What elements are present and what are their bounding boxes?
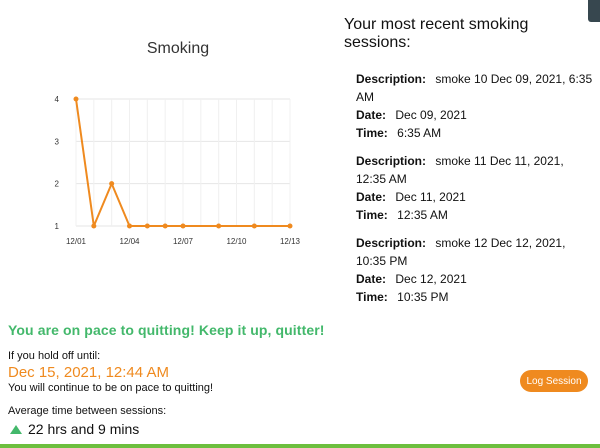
- session-entry: Description: smoke 10 Dec 09, 2021, 6:35…: [356, 70, 594, 142]
- session-date: Date: Dec 11, 2021: [356, 188, 594, 206]
- x-tick-label: 12/10: [226, 237, 247, 246]
- x-tick-label: 12/01: [66, 237, 87, 246]
- x-tick-label: 12/04: [119, 237, 140, 246]
- session-time: Time: 10:35 PM: [356, 288, 594, 306]
- chart-title: Smoking: [146, 40, 210, 57]
- pace-message: You are on pace to quitting! Keep it up,…: [8, 322, 325, 338]
- y-tick-label: 3: [55, 137, 60, 146]
- average-time-text: 22 hrs and 9 mins: [28, 421, 140, 437]
- data-point: [287, 223, 293, 229]
- average-time-value: 22 hrs and 9 mins: [10, 421, 139, 437]
- session-time: Time: 6:35 AM: [356, 124, 594, 142]
- date-label: Date:: [356, 190, 387, 204]
- description-label: Description:: [356, 72, 427, 86]
- data-point: [216, 223, 222, 229]
- time-value: 6:35 AM: [397, 126, 442, 140]
- session-description: Description: smoke 10 Dec 09, 2021, 6:35…: [356, 70, 594, 106]
- date-value: Dec 11, 2021: [395, 190, 466, 204]
- x-tick-label: 12/07: [173, 237, 194, 246]
- y-tick-label: 2: [55, 180, 60, 189]
- session-entry: Description: smoke 12 Dec 12, 2021, 10:3…: [356, 234, 594, 306]
- session-description: Description: smoke 11 Dec 11, 2021, 12:3…: [356, 152, 594, 188]
- time-value: 10:35 PM: [397, 290, 449, 304]
- description-label: Description:: [356, 236, 427, 250]
- data-point: [109, 181, 115, 187]
- bottom-accent-bar: [0, 444, 600, 448]
- average-time-label: Average time between sessions:: [8, 405, 167, 417]
- recent-sessions-panel: Your most recent smoking sessions: Descr…: [344, 16, 594, 316]
- y-tick-label: 1: [55, 222, 60, 231]
- y-tick-label: 4: [55, 95, 60, 104]
- holdoff-date: Dec 15, 2021, 12:44 AM: [8, 364, 169, 381]
- date-value: Dec 09, 2021: [395, 108, 467, 122]
- date-label: Date:: [356, 272, 387, 286]
- data-point: [127, 223, 132, 229]
- date-label: Date:: [356, 108, 387, 122]
- data-point: [162, 223, 168, 229]
- session-date: Date: Dec 09, 2021: [356, 106, 594, 124]
- x-tick-label: 12/13: [280, 237, 301, 246]
- date-value: Dec 12, 2021: [395, 272, 467, 286]
- time-label: Time:: [356, 208, 388, 222]
- session-date: Date: Dec 12, 2021: [356, 270, 594, 288]
- session-time: Time: 12:35 AM: [356, 206, 594, 224]
- continue-message: You will continue to be on pace to quitt…: [8, 382, 214, 394]
- description-label: Description:: [356, 154, 427, 168]
- time-label: Time:: [356, 290, 388, 304]
- holdoff-label: If you hold off until:: [8, 350, 101, 362]
- time-value: 12:35 AM: [397, 208, 448, 222]
- triangle-up-icon: [10, 424, 22, 434]
- smoking-chart: 1 2 3 4 12/01 12/04 12/07 12/10 12/13: [55, 95, 301, 246]
- data-point: [73, 96, 79, 102]
- session-description: Description: smoke 12 Dec 12, 2021, 10:3…: [356, 234, 594, 270]
- time-label: Time:: [356, 126, 388, 140]
- data-point: [91, 223, 97, 229]
- data-point: [251, 223, 257, 229]
- data-point: [144, 223, 150, 229]
- session-entry: Description: smoke 11 Dec 11, 2021, 12:3…: [356, 152, 594, 224]
- data-point: [180, 223, 186, 229]
- log-session-button[interactable]: Log Session: [520, 370, 588, 392]
- sessions-title: Your most recent smoking sessions:: [344, 16, 529, 51]
